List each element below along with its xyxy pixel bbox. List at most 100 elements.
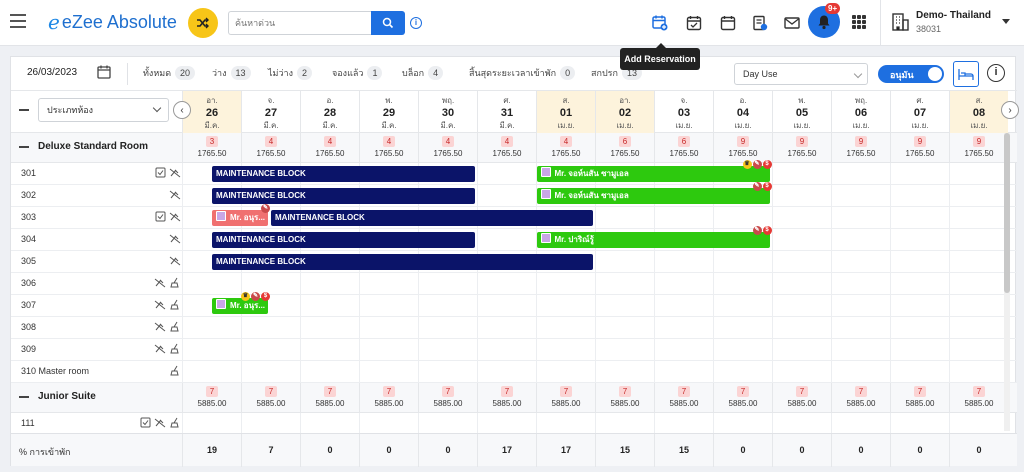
room-day-cell[interactable] (241, 339, 300, 361)
room-day-cell[interactable] (182, 361, 241, 383)
no-housekeeping-icon[interactable] (154, 321, 166, 335)
day-column-header[interactable]: อ. 28 มี.ค. (300, 91, 359, 133)
day-column-header[interactable]: จ. 27 มี.ค. (241, 91, 300, 133)
availability-cell[interactable]: 6 1765.50 (595, 133, 654, 163)
availability-cell[interactable]: 4 1765.50 (477, 133, 536, 163)
room-day-cell[interactable] (477, 413, 536, 435)
collapse-roomtype-icon[interactable] (19, 396, 29, 398)
room-day-cell[interactable] (654, 339, 713, 361)
stat-blocked[interactable]: บล็อก 4 (402, 66, 444, 80)
room-day-cell[interactable] (477, 185, 536, 207)
hotel-name[interactable]: Demo- Thailand (916, 10, 991, 21)
logo[interactable]: e eZee Absolute (48, 10, 177, 34)
room-day-cell[interactable] (831, 361, 890, 383)
day-column-header[interactable]: พ. 05 เม.ย. (772, 91, 831, 133)
room-day-cell[interactable] (300, 361, 359, 383)
availability-cell[interactable]: 4 1765.50 (241, 133, 300, 163)
room-day-cell[interactable] (477, 339, 536, 361)
room-day-cell[interactable] (418, 361, 477, 383)
availability-cell[interactable]: 7 5885.00 (536, 383, 595, 413)
room-day-cell[interactable] (300, 339, 359, 361)
availability-cell[interactable]: 7 5885.00 (359, 383, 418, 413)
vertical-scrollbar-thumb[interactable] (1004, 133, 1010, 293)
room-day-cell[interactable] (831, 163, 890, 185)
apps-grid-icon[interactable] (852, 15, 866, 29)
room-day-cell[interactable] (949, 207, 1008, 229)
day-column-header[interactable]: พฤ. 06 เม.ย. (831, 91, 890, 133)
broom-icon[interactable] (169, 277, 181, 291)
day-column-header[interactable]: ส. 08 เม.ย. (949, 91, 1008, 133)
stat-vacant[interactable]: ว่าง 13 (212, 66, 251, 80)
room-day-cell[interactable] (831, 251, 890, 273)
room-day-cell[interactable] (772, 251, 831, 273)
room-day-cell[interactable] (418, 339, 477, 361)
availability-cell[interactable]: 9 1765.50 (713, 133, 772, 163)
room-day-cell[interactable] (477, 229, 536, 251)
no-housekeeping-icon[interactable] (169, 233, 181, 247)
maintenance-block-bar[interactable]: MAINTENANCE BLOCK (212, 232, 475, 248)
room-day-cell[interactable] (595, 273, 654, 295)
broom-icon[interactable] (169, 343, 181, 357)
room-type-name[interactable]: Deluxe Standard Room (38, 141, 148, 152)
room-day-cell[interactable] (536, 339, 595, 361)
room-day-cell[interactable] (300, 317, 359, 339)
checklist-icon[interactable] (140, 417, 151, 431)
room-day-cell[interactable] (182, 317, 241, 339)
calendar-button[interactable] (718, 13, 738, 33)
hotel-menu-caret-icon[interactable] (1002, 19, 1010, 24)
room-day-cell[interactable] (890, 207, 949, 229)
room-day-cell[interactable] (477, 273, 536, 295)
hamburger-icon[interactable] (10, 14, 26, 28)
reservation-bar[interactable]: Mr. จอห์นสัน ซามูเอล ♛ ✎ $ (536, 160, 772, 182)
room-day-cell[interactable] (300, 413, 359, 435)
room-day-cell[interactable] (949, 273, 1008, 295)
room-number[interactable]: 310 Master room (21, 366, 89, 376)
room-day-cell[interactable] (831, 413, 890, 435)
stat-all[interactable]: ทั้งหมด 20 (143, 66, 196, 80)
room-day-cell[interactable] (772, 185, 831, 207)
date-picker-icon[interactable] (97, 65, 111, 82)
room-day-cell[interactable] (595, 295, 654, 317)
availability-cell[interactable]: 4 1765.50 (536, 133, 595, 163)
calendar-check-button[interactable] (684, 13, 704, 33)
room-day-cell[interactable] (359, 413, 418, 435)
room-day-cell[interactable] (536, 273, 595, 295)
room-number[interactable]: 308 (21, 322, 36, 332)
day-column-header[interactable]: อ. 04 เม.ย. (713, 91, 772, 133)
room-day-cell[interactable] (300, 273, 359, 295)
room-number[interactable]: 309 (21, 344, 36, 354)
no-housekeeping-icon[interactable] (154, 343, 166, 357)
broom-icon[interactable] (169, 365, 181, 379)
room-day-cell[interactable] (772, 273, 831, 295)
room-type-name[interactable]: Junior Suite (38, 391, 96, 402)
no-housekeeping-icon[interactable] (154, 417, 166, 431)
room-day-cell[interactable] (713, 361, 772, 383)
room-day-cell[interactable] (477, 361, 536, 383)
reservation-bar[interactable]: Mr. อนุร... ✎ (212, 204, 270, 226)
room-day-cell[interactable] (241, 413, 300, 435)
invoice-button[interactable] (750, 13, 770, 33)
day-column-header[interactable]: ศ. 31 มี.ค. (477, 91, 536, 133)
room-day-cell[interactable] (772, 295, 831, 317)
room-day-cell[interactable] (890, 185, 949, 207)
room-day-cell[interactable] (890, 295, 949, 317)
room-day-cell[interactable] (949, 317, 1008, 339)
room-day-cell[interactable] (654, 295, 713, 317)
room-day-cell[interactable] (418, 295, 477, 317)
collapse-roomtype-icon[interactable] (19, 146, 29, 148)
room-day-cell[interactable] (359, 339, 418, 361)
day-column-header[interactable]: จ. 03 เม.ย. (654, 91, 713, 133)
room-day-cell[interactable] (418, 413, 477, 435)
availability-cell[interactable]: 7 5885.00 (713, 383, 772, 413)
availability-cell[interactable]: 7 5885.00 (654, 383, 713, 413)
room-day-cell[interactable] (595, 207, 654, 229)
checklist-icon[interactable] (155, 211, 166, 225)
day-column-header[interactable]: พ. 29 มี.ค. (359, 91, 418, 133)
availability-cell[interactable]: 4 1765.50 (359, 133, 418, 163)
room-day-cell[interactable] (477, 317, 536, 339)
availability-cell[interactable]: 7 5885.00 (241, 383, 300, 413)
maintenance-block-bar[interactable]: MAINTENANCE BLOCK (212, 254, 593, 270)
availability-cell[interactable]: 9 1765.50 (949, 133, 1008, 163)
room-day-cell[interactable] (654, 317, 713, 339)
search-button[interactable] (371, 11, 405, 35)
